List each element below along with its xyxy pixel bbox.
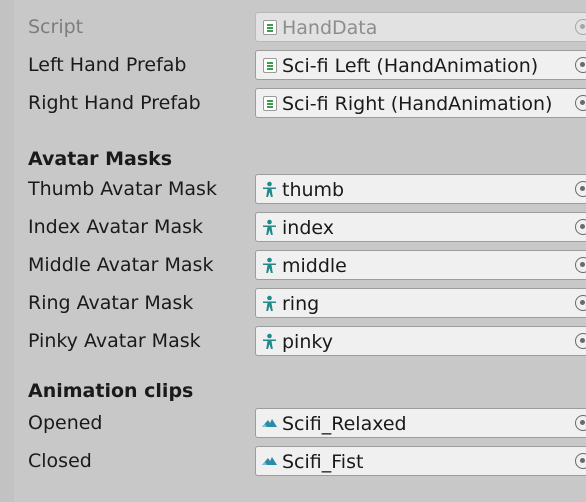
left-hand-prefab-field[interactable]: Sci-fi Left (HandAnimation) [255, 50, 586, 80]
avatar-masks-header: Avatar Masks [28, 148, 173, 170]
left-hand-prefab-row: Left Hand Prefab Sci-fi Left (HandAnimat… [14, 48, 586, 82]
animation-clips-header: Animation clips [28, 380, 194, 402]
object-picker-icon[interactable] [575, 295, 586, 311]
object-picker-icon[interactable] [575, 95, 586, 111]
avatar-mask-icon [261, 333, 278, 350]
index-avatar-mask-value: index [282, 217, 334, 239]
script-label: Script [28, 16, 84, 38]
index-avatar-mask-label: Index Avatar Mask [28, 216, 203, 238]
right-hand-prefab-row: Right Hand Prefab Sci-fi Right (HandAnim… [14, 86, 586, 120]
script-field: HandData [255, 12, 586, 42]
opened-clip-row: Opened Scifi_Relaxed [14, 406, 586, 440]
pinky-avatar-mask-row: Pinky Avatar Mask pinky [14, 324, 586, 358]
pinky-avatar-mask-value: pinky [282, 331, 333, 353]
object-picker-icon[interactable] [575, 333, 586, 349]
pinky-avatar-mask-label: Pinky Avatar Mask [28, 330, 201, 352]
object-picker-icon[interactable] [575, 415, 586, 431]
closed-clip-field[interactable]: Scifi_Fist [255, 446, 586, 476]
left-hand-prefab-label: Left Hand Prefab [28, 54, 187, 76]
pinky-avatar-mask-field[interactable]: pinky [255, 326, 586, 356]
right-hand-prefab-label: Right Hand Prefab [28, 92, 201, 114]
avatar-mask-icon [261, 295, 278, 312]
ring-avatar-mask-value: ring [282, 293, 320, 315]
index-avatar-mask-row: Index Avatar Mask index [14, 210, 586, 244]
middle-avatar-mask-row: Middle Avatar Mask middle [14, 248, 586, 282]
script-row: Script HandData [14, 10, 586, 44]
middle-avatar-mask-value: middle [282, 255, 347, 277]
script-icon [261, 19, 278, 36]
opened-clip-value: Scifi_Relaxed [282, 413, 407, 435]
script-icon [261, 95, 278, 112]
avatar-mask-icon [261, 257, 278, 274]
ring-avatar-mask-label: Ring Avatar Mask [28, 292, 194, 314]
opened-clip-label: Opened [28, 412, 103, 434]
animation-clip-icon [261, 415, 278, 432]
avatar-mask-icon [261, 181, 278, 198]
ring-avatar-mask-row: Ring Avatar Mask ring [14, 286, 586, 320]
ring-avatar-mask-field[interactable]: ring [255, 288, 586, 318]
object-picker-icon[interactable] [575, 181, 586, 197]
script-value: HandData [282, 17, 378, 39]
index-avatar-mask-field[interactable]: index [255, 212, 586, 242]
object-picker-icon [575, 19, 586, 35]
opened-clip-field[interactable]: Scifi_Relaxed [255, 408, 586, 438]
closed-clip-value: Scifi_Fist [282, 451, 364, 473]
closed-clip-row: Closed Scifi_Fist [14, 444, 586, 478]
object-picker-icon[interactable] [575, 257, 586, 273]
inspector-panel: Script HandData Left Hand Prefab Sci-fi … [14, 0, 586, 502]
middle-avatar-mask-field[interactable]: middle [255, 250, 586, 280]
object-picker-icon[interactable] [575, 57, 586, 73]
animation-clip-icon [261, 453, 278, 470]
object-picker-icon[interactable] [575, 219, 586, 235]
object-picker-icon[interactable] [575, 453, 586, 469]
avatar-mask-icon [261, 219, 278, 236]
right-hand-prefab-field[interactable]: Sci-fi Right (HandAnimation) [255, 88, 586, 118]
closed-clip-label: Closed [28, 450, 92, 472]
thumb-avatar-mask-label: Thumb Avatar Mask [28, 178, 217, 200]
middle-avatar-mask-label: Middle Avatar Mask [28, 254, 214, 276]
right-hand-prefab-value: Sci-fi Right (HandAnimation) [282, 93, 553, 115]
script-icon [261, 57, 278, 74]
thumb-avatar-mask-row: Thumb Avatar Mask thumb [14, 172, 586, 206]
thumb-avatar-mask-field[interactable]: thumb [255, 174, 586, 204]
thumb-avatar-mask-value: thumb [282, 179, 345, 201]
left-hand-prefab-value: Sci-fi Left (HandAnimation) [282, 55, 539, 77]
